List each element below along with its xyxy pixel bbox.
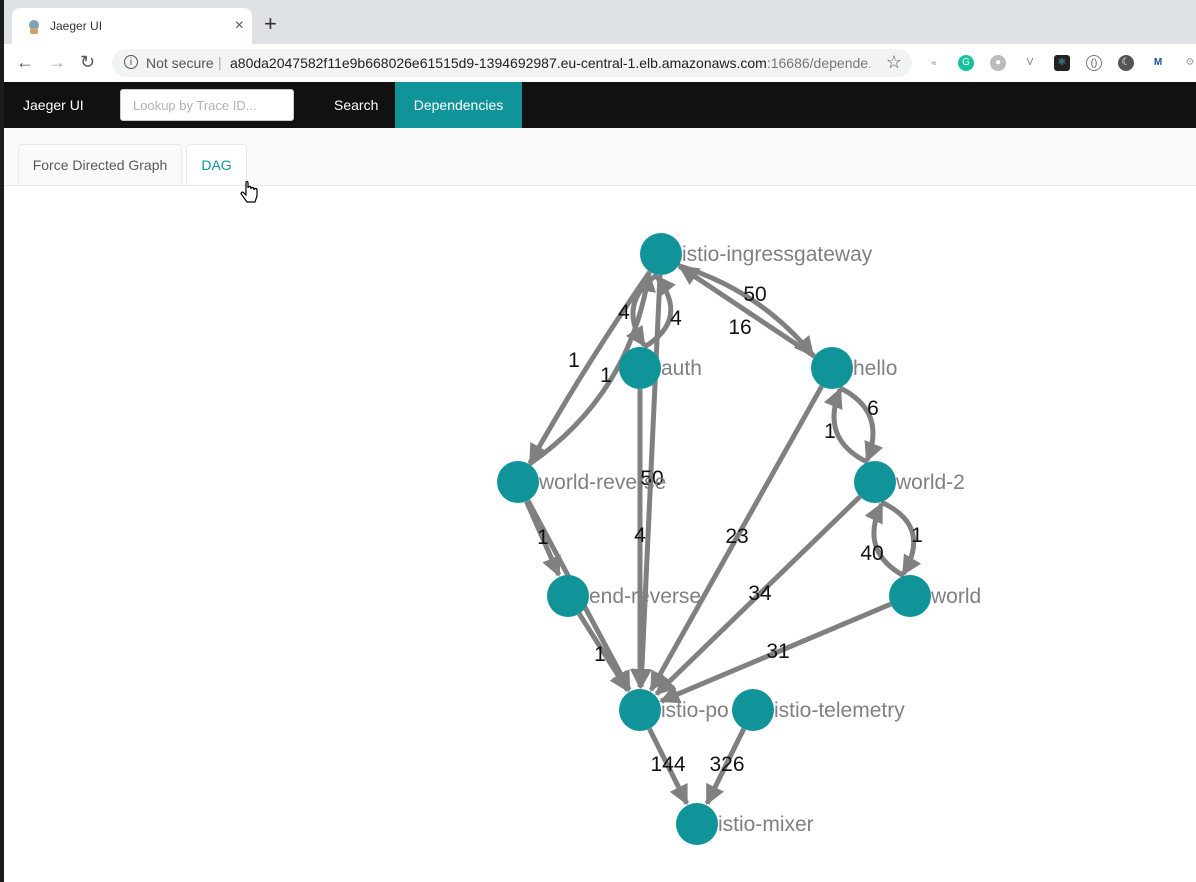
dag-node-label: istio-ingressgateway — [682, 243, 873, 266]
dag-node-circle[interactable] — [497, 461, 539, 503]
dag-node-circle[interactable] — [547, 575, 589, 617]
dag-edge-hello-to-istio-ingressgateway — [678, 264, 816, 359]
dag-node-label: istio-mixer — [718, 813, 814, 836]
dag-edge-label: 6 — [867, 397, 879, 420]
dag-edge-label: 1 — [911, 524, 923, 547]
dag-edge-label: 1 — [594, 643, 606, 666]
dag-edge-label: 326 — [709, 753, 744, 776]
dag-node-label: hello — [853, 357, 897, 380]
dag-node-label: world-2 — [895, 471, 965, 494]
dag-node-circle[interactable] — [811, 347, 853, 389]
dag-node-circle[interactable] — [889, 575, 931, 617]
dag-node-istio-telemetry[interactable]: istio-telemetry — [732, 689, 905, 731]
dag-edge-label: 31 — [766, 640, 789, 663]
dag-node-circle[interactable] — [854, 461, 896, 503]
dag-node-circle[interactable] — [640, 233, 682, 275]
dag-edge-label: 1 — [568, 349, 580, 372]
dag-node-label: world — [930, 585, 981, 608]
hand-cursor-icon — [240, 181, 258, 203]
dag-node-label: auth — [661, 357, 702, 380]
dag-edge-label: 1 — [600, 364, 612, 387]
dag-node-world[interactable]: world — [889, 575, 981, 617]
dag-node-auth[interactable]: auth — [619, 347, 702, 389]
dag-edge-world-2-to-hello — [823, 387, 869, 465]
dag-node-end-reverse[interactable]: end-reverse — [547, 575, 701, 617]
dag-edge-label: 4 — [670, 307, 682, 330]
dag-edge-label: 4 — [634, 524, 646, 547]
dag-edge-label: 4 — [618, 301, 630, 324]
dag-node-hello[interactable]: hello — [811, 347, 897, 389]
dag-edge-label: 1 — [824, 420, 836, 443]
dag-graph: 50164 41150611 4 2334140311144 326 istio-ing… — [497, 233, 981, 845]
dag-node-circle[interactable] — [732, 689, 774, 731]
dag-node-istio-ingressgateway[interactable]: istio-ingressgateway — [640, 233, 873, 275]
dag-edge-label: 16 — [728, 316, 751, 339]
dag-edge-label: 1 — [537, 526, 549, 549]
dag-node-world-2[interactable]: world-2 — [854, 461, 965, 503]
dag-node-istio-mixer[interactable]: istio-mixer — [676, 803, 814, 845]
dag-edge-label: 34 — [748, 582, 772, 605]
dag-node-label: istio-telemetry — [774, 699, 905, 722]
dag-edge-label: 23 — [725, 525, 748, 548]
dag-node-circle[interactable] — [619, 347, 661, 389]
dag-edge-label: 50 — [743, 283, 766, 306]
dag-node-circle[interactable] — [619, 689, 661, 731]
dag-node-label: istio-po — [661, 699, 729, 722]
dag-node-label: end-reverse — [589, 585, 701, 608]
dag-edge-label: 144 — [650, 753, 685, 776]
dag-node-label: world-reverse — [538, 471, 666, 494]
dag-node-circle[interactable] — [676, 803, 718, 845]
dag-edge-label: 40 — [860, 542, 883, 565]
